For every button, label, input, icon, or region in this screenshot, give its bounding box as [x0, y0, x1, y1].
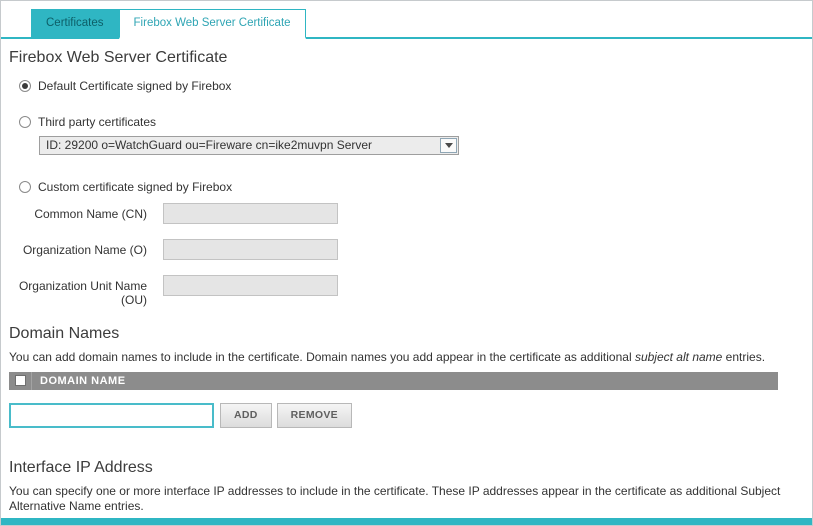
tab-bar: Certificates Firebox Web Server Certific… — [1, 1, 812, 39]
radio-button-third-party[interactable] — [19, 116, 31, 128]
caret-shape — [445, 143, 453, 148]
interface-ip-title: Interface IP Address — [9, 459, 804, 477]
radio-row-third-party[interactable]: Third party certificates — [19, 115, 804, 129]
organization-name-field[interactable] — [163, 239, 338, 260]
domain-select-all-cell — [9, 372, 32, 390]
organization-name-label: Organization Name (O) — [9, 239, 147, 257]
custom-certificate-form: Common Name (CN) Organization Name (O) O… — [9, 203, 804, 307]
radio-row-default-certificate[interactable]: Default Certificate signed by Firebox — [19, 79, 804, 93]
form-row-organization-name: Organization Name (O) — [9, 239, 804, 260]
domain-desc-emphasis: subject alt name — [635, 350, 722, 364]
domain-names-title: Domain Names — [9, 325, 804, 343]
organization-unit-name-label: Organization Unit Name (OU) — [9, 275, 147, 307]
domain-names-table-header: DOMAIN NAME — [9, 372, 778, 390]
app-window: Certificates Firebox Web Server Certific… — [0, 0, 813, 526]
radio-button-default-certificate[interactable] — [19, 80, 31, 92]
domain-add-button[interactable]: ADD — [220, 403, 272, 428]
domain-name-input[interactable] — [9, 403, 214, 428]
third-party-certificate-select[interactable]: ID: 29200 o=WatchGuard ou=Fireware cn=ik… — [39, 136, 459, 155]
radio-label-third-party: Third party certificates — [38, 115, 156, 129]
domain-desc-pre: You can add domain names to include in t… — [9, 350, 635, 364]
page-content: Firebox Web Server Certificate Default C… — [1, 39, 812, 526]
domain-remove-button[interactable]: REMOVE — [277, 403, 352, 428]
common-name-field[interactable] — [163, 203, 338, 224]
footer-accent-bar — [1, 518, 812, 525]
select-selected-value: ID: 29200 o=WatchGuard ou=Fireware cn=ik… — [46, 138, 372, 152]
radio-label-default-certificate: Default Certificate signed by Firebox — [38, 79, 231, 93]
domain-name-column-header: DOMAIN NAME — [32, 375, 126, 387]
radio-label-custom-certificate: Custom certificate signed by Firebox — [38, 180, 232, 194]
chevron-down-icon[interactable] — [440, 138, 457, 153]
tab-firebox-web-server-certificate[interactable]: Firebox Web Server Certificate — [119, 9, 306, 39]
form-row-organization-unit-name: Organization Unit Name (OU) — [9, 275, 804, 307]
organization-unit-name-field[interactable] — [163, 275, 338, 296]
form-row-common-name: Common Name (CN) — [9, 203, 804, 224]
common-name-label: Common Name (CN) — [9, 203, 147, 221]
domain-desc-post: entries. — [722, 350, 765, 364]
radio-row-custom-certificate[interactable]: Custom certificate signed by Firebox — [19, 180, 804, 194]
tab-certificates[interactable]: Certificates — [31, 9, 119, 37]
domain-names-description: You can add domain names to include in t… — [9, 350, 804, 365]
radio-button-custom-certificate[interactable] — [19, 181, 31, 193]
interface-ip-description: You can specify one or more interface IP… — [9, 484, 804, 514]
domain-name-action-row: ADD REMOVE — [9, 403, 804, 428]
domain-select-all-checkbox[interactable] — [15, 375, 26, 386]
page-title: Firebox Web Server Certificate — [9, 49, 804, 67]
